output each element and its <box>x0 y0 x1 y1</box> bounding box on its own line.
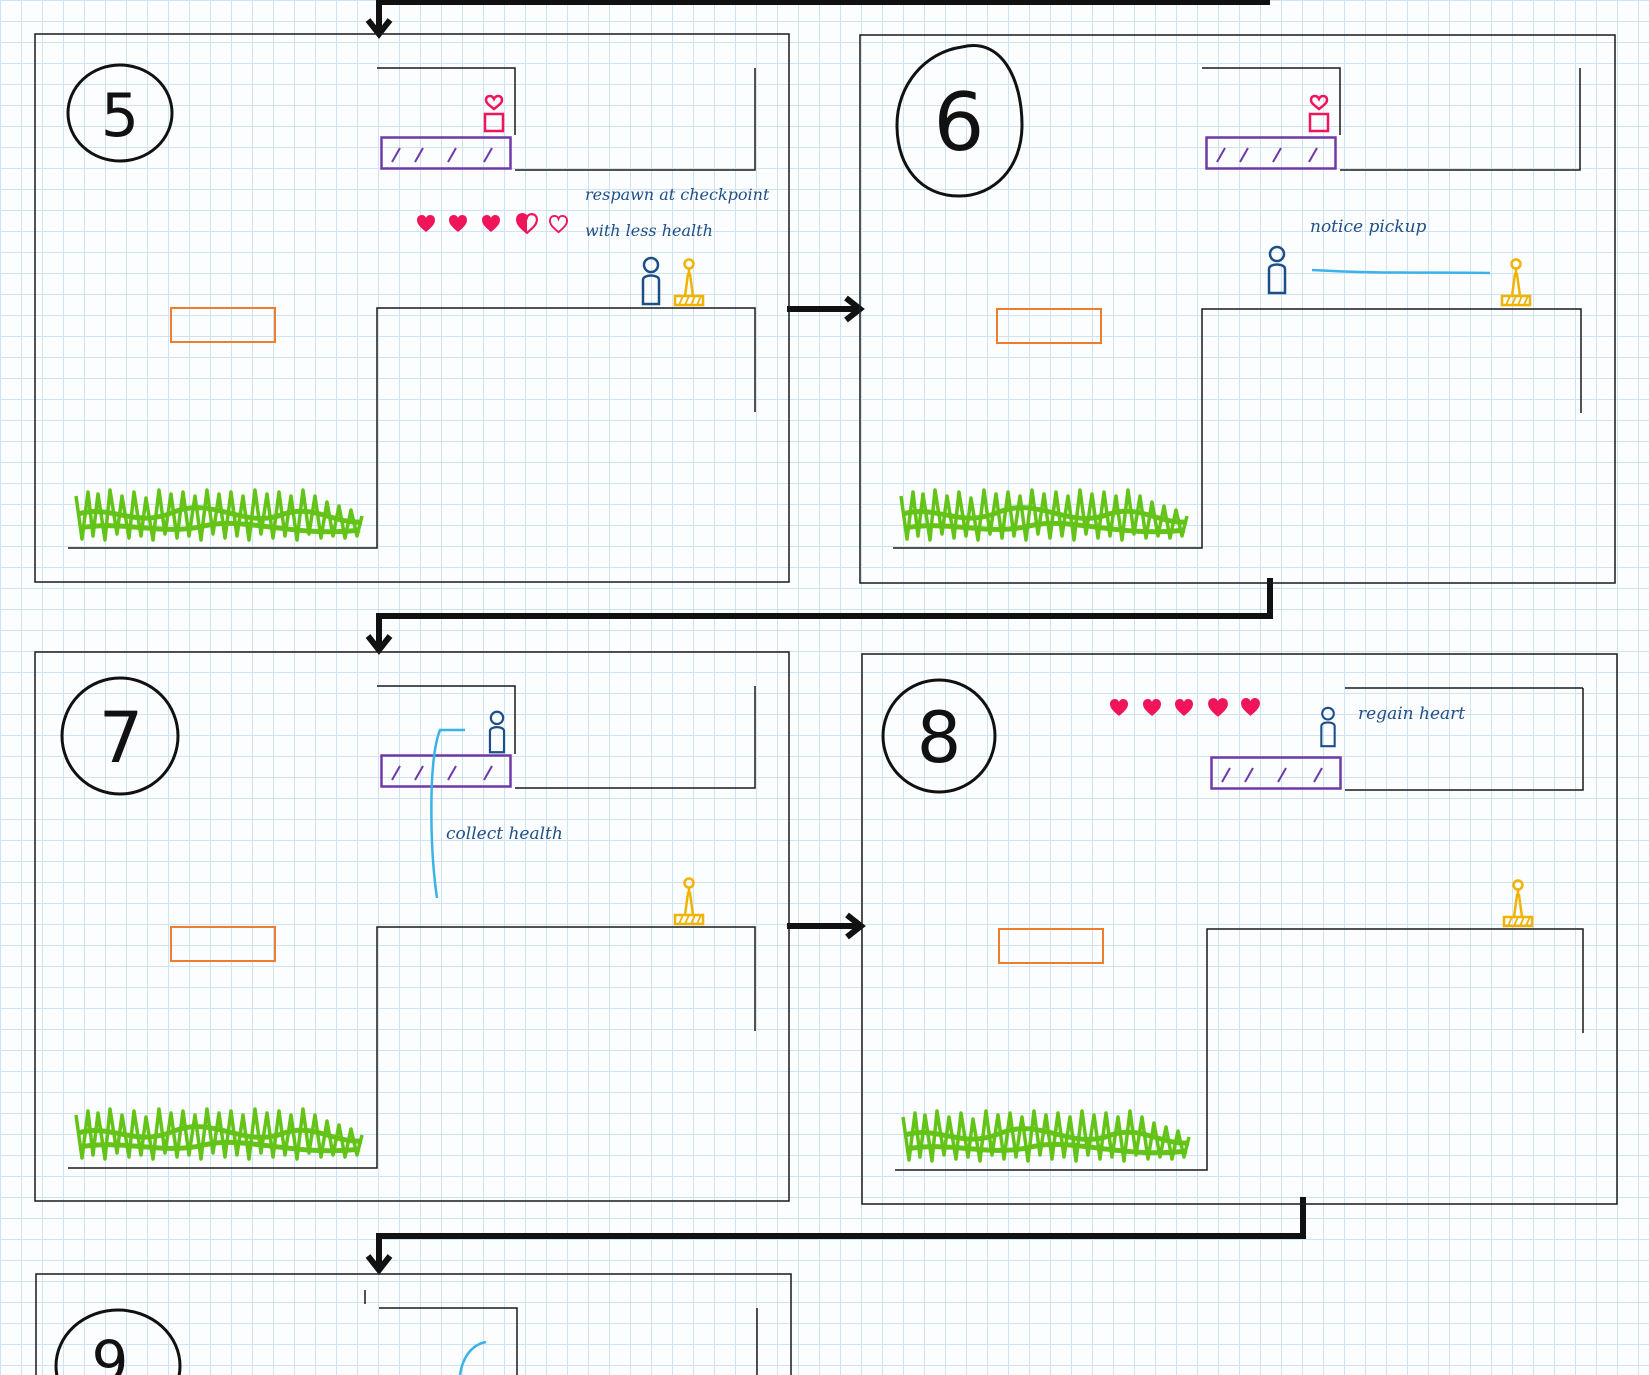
player-icon <box>488 710 506 754</box>
pickup-path <box>458 1340 487 1375</box>
heart-icon <box>449 215 467 232</box>
checkpoint-flag-icon <box>1502 879 1534 928</box>
panel-6: 6 notice pickup <box>859 34 1616 584</box>
checkpoint-flag-icon <box>1500 258 1532 307</box>
player-icon <box>641 256 661 306</box>
checkpoint-flag-icon <box>673 258 705 307</box>
health-pickup-icon <box>483 94 505 133</box>
heart-icon <box>1175 699 1193 716</box>
heart-icon <box>1143 699 1161 716</box>
annotation: collect health <box>446 824 563 844</box>
panel-8: 8 regain heart <box>861 653 1618 1205</box>
purple-platform <box>1210 756 1342 790</box>
panel-9: 9 <box>35 1273 792 1375</box>
panel-5: 5 respawn at checkpoint with less health <box>34 33 790 583</box>
purple-platform <box>1205 136 1337 170</box>
grass <box>901 490 1187 540</box>
panel-number: 5 <box>101 81 139 151</box>
arrow-7-to-8 <box>787 912 866 940</box>
orange-block <box>170 307 276 343</box>
grass <box>76 490 362 540</box>
purple-platform <box>380 754 512 788</box>
heart-empty-icon <box>549 215 568 234</box>
annotation: notice pickup <box>1310 217 1427 237</box>
orange-block <box>996 308 1102 344</box>
health-pickup-icon <box>1308 94 1330 133</box>
annotation: regain heart <box>1358 704 1465 724</box>
annotation: with less health <box>585 221 713 240</box>
orange-block <box>998 928 1104 964</box>
player-icon <box>1267 245 1287 295</box>
arrow-6-to-7 <box>365 578 1273 655</box>
grass <box>903 1111 1189 1161</box>
arrow-8-to-9 <box>365 1197 1306 1275</box>
panel-number: 6 <box>934 76 985 169</box>
heart-icon <box>482 215 500 232</box>
arrow-5-to-6 <box>787 295 865 323</box>
purple-platform <box>380 136 512 170</box>
sightline <box>1311 268 1491 275</box>
panel-number: 8 <box>917 697 962 779</box>
grass <box>76 1109 362 1159</box>
arrow-into-5 <box>365 0 1270 39</box>
heart-icon <box>1110 699 1128 716</box>
heart-icon <box>417 215 435 232</box>
annotation: respawn at checkpoint <box>585 185 770 204</box>
heart-half-icon <box>516 213 538 234</box>
heart-icon <box>1241 698 1260 716</box>
storyboard: 5 respawn at checkpoint with less health… <box>34 0 1618 1375</box>
panel-7: 7 collect health <box>34 651 790 1202</box>
panel-number: 9 <box>92 1328 129 1375</box>
player-icon <box>1320 706 1336 748</box>
orange-block <box>170 926 276 962</box>
panel-number: 7 <box>99 697 144 779</box>
heart-icon <box>1208 698 1228 717</box>
checkpoint-flag-icon <box>673 877 705 926</box>
